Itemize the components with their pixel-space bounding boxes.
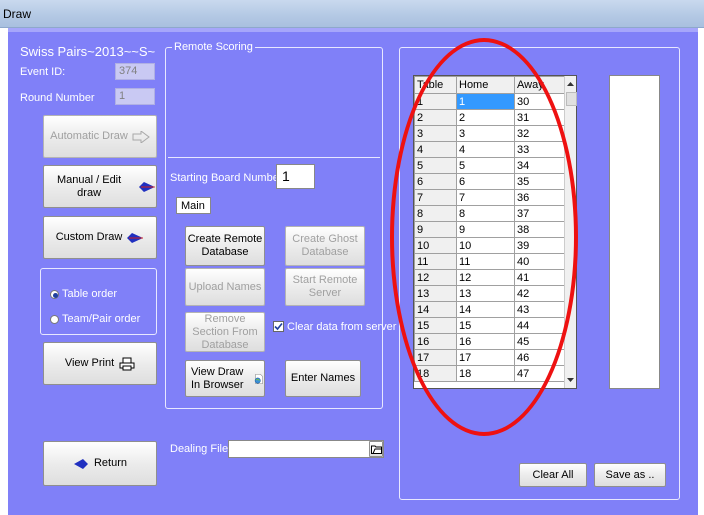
starting-board-label: Starting Board Number xyxy=(170,172,283,184)
window-title: Draw xyxy=(3,7,32,21)
starting-board-input[interactable]: 1 xyxy=(276,164,315,189)
team-pair-order-radio[interactable] xyxy=(50,315,59,324)
side-list-box[interactable] xyxy=(609,75,660,389)
arrow-right-icon xyxy=(139,181,156,192)
scroll-down-arrow-icon xyxy=(567,378,574,382)
round-number-label: Round Number xyxy=(20,92,95,104)
custom-draw-label: Custom Draw xyxy=(55,231,123,243)
return-button[interactable]: Return xyxy=(43,441,157,486)
checkmark-icon xyxy=(274,322,283,331)
scroll-up-arrow-icon xyxy=(567,82,574,86)
create-ghost-database-button[interactable]: Create Ghost Database xyxy=(285,226,365,266)
section-tab-main[interactable]: Main xyxy=(176,197,211,214)
custom-draw-button[interactable]: Custom Draw xyxy=(43,216,157,259)
event-id-field[interactable]: 374 xyxy=(115,63,155,80)
clear-all-button[interactable]: Clear All xyxy=(519,463,587,487)
start-remote-server-button[interactable]: Start Remote Server xyxy=(285,268,365,306)
upload-names-button[interactable]: Upload Names xyxy=(185,268,265,306)
automatic-draw-button[interactable]: Automatic Draw xyxy=(43,115,157,158)
browser-page-icon xyxy=(255,373,264,384)
arrow-right-icon xyxy=(127,232,144,243)
annotation-oval xyxy=(390,38,578,436)
team-pair-order-label: Team/Pair order xyxy=(62,313,141,325)
remove-section-button[interactable]: Remove Section From Database xyxy=(185,312,265,352)
save-as-button[interactable]: Save as .. xyxy=(594,463,666,487)
arrow-left-icon xyxy=(73,458,88,469)
dealing-file-label: Dealing File: xyxy=(170,443,232,455)
clear-data-label: Clear data from server xyxy=(287,321,397,333)
round-number-field[interactable]: 1 xyxy=(115,88,155,105)
manual-edit-draw-button[interactable]: Manual / Edit draw xyxy=(43,165,157,208)
view-draw-browser-button[interactable]: View Draw In Browser xyxy=(185,360,265,397)
folder-open-icon xyxy=(370,445,382,454)
client-top-edge xyxy=(8,28,698,32)
event-title: Swiss Pairs~2013~~S~ xyxy=(20,44,156,59)
printer-icon xyxy=(119,357,135,370)
table-order-radio[interactable] xyxy=(50,290,59,299)
create-remote-database-button[interactable]: Create Remote Database xyxy=(185,226,265,266)
event-id-label: Event ID: xyxy=(20,66,66,78)
view-print-label: View Print xyxy=(64,357,115,369)
remote-scoring-title: Remote Scoring xyxy=(172,41,255,53)
enter-names-button[interactable]: Enter Names xyxy=(285,360,361,397)
browse-folder-button[interactable] xyxy=(369,441,383,457)
divider xyxy=(168,157,380,158)
scroll-thumb[interactable] xyxy=(566,92,577,106)
table-order-label: Table order xyxy=(62,288,118,300)
view-draw-browser-label: View Draw In Browser xyxy=(191,365,244,391)
automatic-draw-label: Automatic Draw xyxy=(50,130,128,142)
view-print-button[interactable]: View Print xyxy=(43,342,157,385)
dealing-file-input[interactable] xyxy=(228,440,384,458)
return-label: Return xyxy=(93,457,128,469)
arrow-right-outline-icon xyxy=(132,130,150,143)
manual-edit-draw-label: Manual / Edit draw xyxy=(56,173,122,199)
title-bar: Draw xyxy=(0,0,704,28)
clear-data-checkbox[interactable] xyxy=(273,321,284,332)
